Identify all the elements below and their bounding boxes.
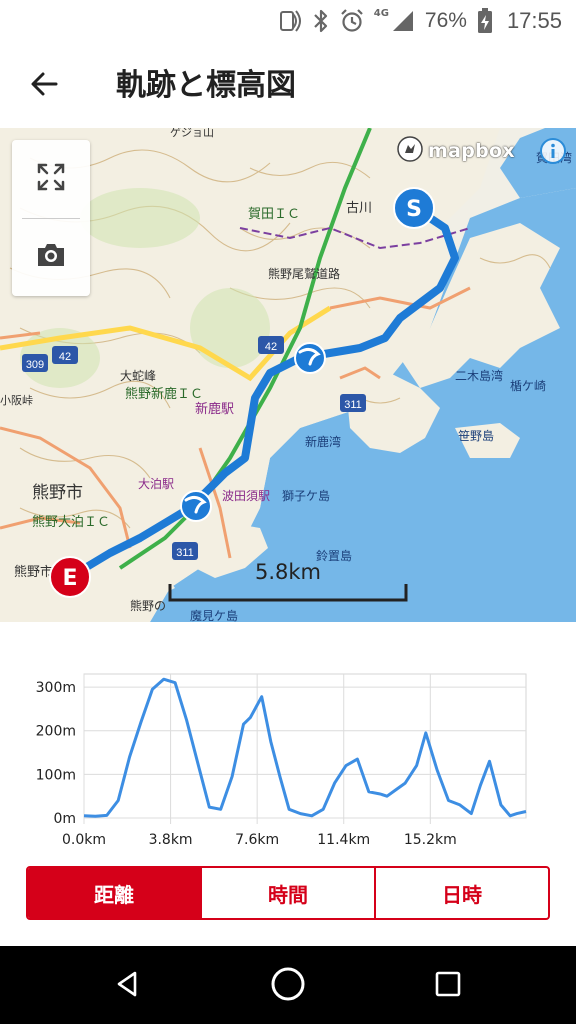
label-oodomari-eki: 大泊駅 xyxy=(138,477,174,491)
label-kumanono: 熊野の xyxy=(130,598,166,613)
label-kushigasaki: 楯ケ崎 xyxy=(510,379,546,393)
label-kumano-ooshine-road: 熊野尾鷲道路 xyxy=(268,266,340,281)
y-tick-label: 300m xyxy=(36,680,76,696)
label-kumano-shinka-ic: 熊野新鹿ＩＣ xyxy=(125,386,203,402)
mapbox-wordmark: mapbox xyxy=(428,140,515,162)
label-kataku-ic: 賀田ＩＣ xyxy=(248,207,300,222)
tab-datetime[interactable]: 日時 xyxy=(374,868,548,918)
end-marker[interactable]: E xyxy=(49,556,91,598)
x-tick-label: 11.4km xyxy=(317,832,370,848)
waypoint-marker-1[interactable] xyxy=(294,342,326,374)
nav-recents-button[interactable] xyxy=(420,958,476,1014)
chart-axis-tabs: 距離 時間 日時 xyxy=(26,866,550,920)
back-triangle-icon xyxy=(113,969,143,1003)
system-nav-bar xyxy=(0,946,576,1024)
alarm-icon xyxy=(340,8,364,34)
label-kumanoshi: 熊野市 xyxy=(32,483,83,503)
elevation-chart-svg: 0m 100m 200m 300m 0.0km 3.8km 7.6km 11.4km 15.2… xyxy=(36,673,527,848)
label-furukawa: 古川 xyxy=(346,201,372,216)
status-icons: 4G 76% 17:55 xyxy=(278,6,562,36)
x-tick-label: 7.6km xyxy=(235,832,279,848)
nav-back-button[interactable] xyxy=(100,958,156,1014)
home-circle-icon xyxy=(269,965,307,1007)
signal-icon xyxy=(391,9,415,33)
network-type: 4G xyxy=(373,7,389,19)
waypoint-marker-2[interactable] xyxy=(180,490,212,522)
route-shield-42-b: 42 xyxy=(265,341,277,353)
label-sasanojima: 笹野島 xyxy=(458,428,494,443)
battery-percent: 76% xyxy=(424,9,467,32)
elevation-chart[interactable]: 0m 100m 200m 300m 0.0km 3.8km 7.6km 11.4km 15.2… xyxy=(0,622,576,852)
fullscreen-button[interactable] xyxy=(12,140,90,218)
label-kumano-oodomari-ic: 熊野大泊ＩＣ xyxy=(32,514,110,530)
label-shishigagashima: 獅子ケ島 xyxy=(282,488,330,503)
start-marker[interactable]: S xyxy=(393,187,435,229)
y-tick-label: 200m xyxy=(36,724,76,740)
label-ketaguchi: ゲジョ山 xyxy=(170,128,214,139)
route-shield-311-b: 311 xyxy=(176,547,194,559)
nfc-icon xyxy=(278,8,302,34)
map-controls xyxy=(12,140,90,296)
arrow-back-icon xyxy=(29,69,59,103)
label-kumanoshi-small: 熊野市 xyxy=(14,564,53,580)
label-shinka-eki: 新鹿駅 xyxy=(195,401,234,417)
scale-bar: 5.8km xyxy=(168,560,408,604)
label-osaka-pass: 小阪峠 xyxy=(0,393,33,407)
camera-icon xyxy=(35,241,67,273)
fullscreen-icon xyxy=(36,162,66,196)
tab-distance[interactable]: 距離 xyxy=(28,868,200,918)
route-shield-309: 309 xyxy=(26,359,44,371)
camera-button[interactable] xyxy=(12,218,90,296)
status-bar: 4G 76% 17:55 xyxy=(0,0,576,44)
mapbox-logo[interactable]: mapbox xyxy=(396,136,515,166)
recents-square-icon xyxy=(433,969,463,1003)
bluetooth-icon xyxy=(312,8,330,34)
label-oshigatake: 大蛇峰 xyxy=(120,368,156,383)
x-tick-label: 3.8km xyxy=(149,832,193,848)
info-icon xyxy=(538,138,568,170)
route-map[interactable]: 42 42 309 311 311 熊野市 熊野大泊ＩＣ 熊野新鹿ＩＣ 大蛇峰 … xyxy=(0,128,576,622)
back-button[interactable] xyxy=(22,64,66,108)
attribution-info-button[interactable] xyxy=(538,136,568,166)
label-makami-gashima: 魔見ケ島 xyxy=(190,608,238,622)
start-marker-label: S xyxy=(406,197,422,222)
battery-charging-icon xyxy=(477,8,493,34)
label-shinka-wan: 新鹿湾 xyxy=(305,434,341,449)
end-marker-label: E xyxy=(62,566,77,591)
label-futaki-jima-wan: 二木島湾 xyxy=(455,368,503,383)
x-tick-label: 0.0km xyxy=(62,832,106,848)
y-tick-label: 100m xyxy=(36,767,76,783)
elevation-series-line xyxy=(83,677,527,818)
route-shield-42-a: 42 xyxy=(59,351,71,363)
route-shield-311-a: 311 xyxy=(344,399,362,411)
scale-line xyxy=(168,584,408,602)
tab-time[interactable]: 時間 xyxy=(200,868,374,918)
mapbox-mark-icon xyxy=(396,135,424,167)
y-tick-label: 0m xyxy=(53,811,76,827)
label-hadasu-eki: 波田須駅 xyxy=(222,489,270,503)
x-tick-label: 15.2km xyxy=(404,832,457,848)
app-bar: 軌跡と標高図 xyxy=(0,44,576,128)
clock: 17:55 xyxy=(506,8,562,33)
nav-home-button[interactable] xyxy=(260,958,316,1014)
page-title: 軌跡と標高図 xyxy=(116,68,296,103)
